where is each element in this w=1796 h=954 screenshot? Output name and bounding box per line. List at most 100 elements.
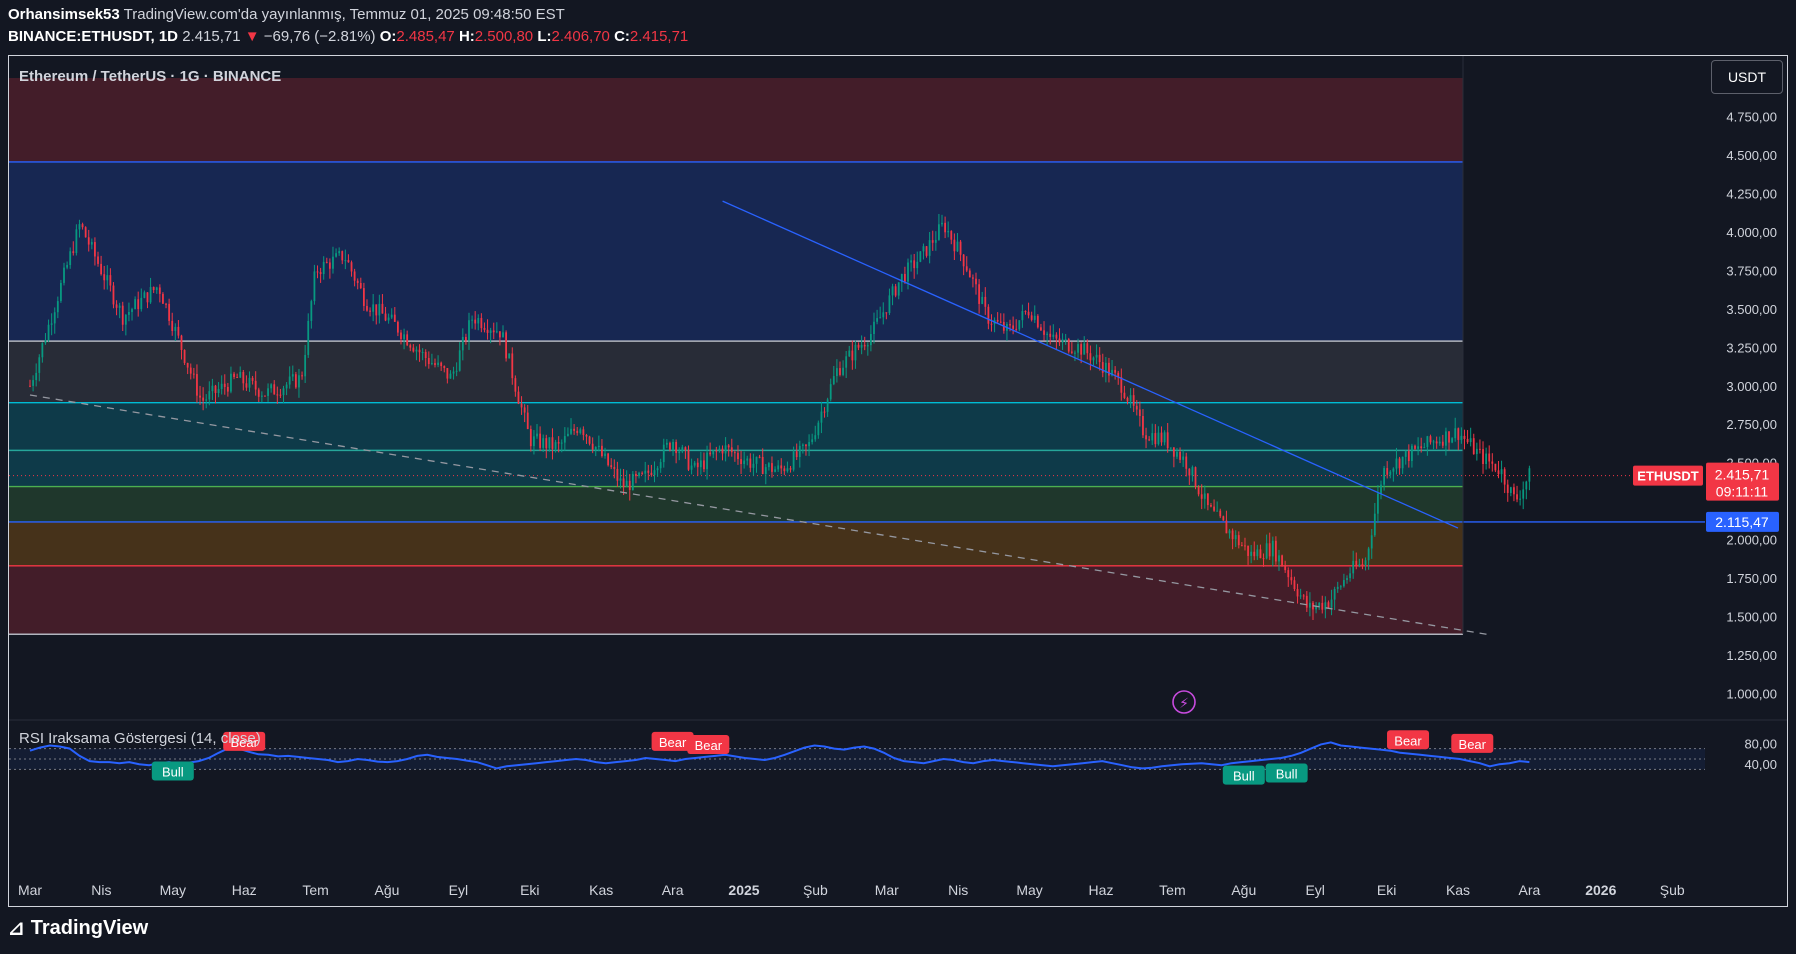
candle-body [1370,535,1373,549]
candle-body [230,373,232,392]
time-axis-label: Şub [803,882,828,898]
candle-body [913,260,916,269]
candle-body [260,395,263,397]
candle-body [152,287,155,291]
candle-body [115,304,118,308]
candle-body [1024,311,1027,313]
currency-button[interactable]: USDT [1711,60,1783,94]
candle-body [1302,595,1305,597]
candle-body [1191,467,1194,476]
candle-body [254,380,257,390]
candle-body [1135,405,1138,410]
candle-body [863,344,866,347]
candle-body [87,237,90,245]
lightning-glyph: ⚡ [1179,696,1189,712]
candle-body [1049,333,1052,337]
candle-body [437,362,439,365]
candle-body [730,447,733,453]
candle-body [155,287,158,291]
candle-body [1262,558,1265,560]
candle-body [1157,432,1160,445]
candle-body [1033,315,1036,320]
candle-body [1506,484,1509,493]
candle-body [934,239,937,243]
chart-canvas[interactable]: 4.750,00 4.500,00 4.250,00 4.000,00 3.750,00… [0,0,1796,954]
price-axis-label: 2.000,00 [1726,533,1777,548]
candle-body [1086,343,1089,354]
candle-body [1228,530,1231,534]
candle-body [304,354,307,377]
candle-body [947,231,950,233]
candle-body [1346,578,1348,581]
candle-body [239,371,242,378]
candle-body [97,256,99,264]
candle-body [1463,435,1466,439]
candle-body [1012,325,1015,329]
candle-body [1457,428,1460,440]
tradingview-logo[interactable]: ⊿ TradingView [8,916,148,941]
candle-body [90,242,93,245]
candle-body [375,304,378,316]
candle-body [1429,436,1432,443]
candle-body [168,303,171,321]
candle-body [1222,516,1225,521]
candle-body [526,412,529,430]
candle-body [56,301,59,313]
brand-name: TradingView [30,917,149,939]
candle-body [1330,599,1333,608]
candle-body [607,453,610,466]
candle-body [1055,334,1058,339]
candle-body [251,377,254,381]
candle-body [916,261,919,269]
candle-body [492,330,495,333]
candle-body [699,460,702,468]
candle-body [53,312,56,324]
candle-body [1268,543,1271,557]
candle-body [406,334,409,346]
candle-body [724,445,727,454]
candle-body [972,277,974,279]
candle-body [740,459,742,465]
candle-body [1299,595,1302,597]
candle-body [1426,436,1429,448]
candle-body [1293,580,1296,590]
candle-body [638,472,640,477]
candle-body [29,385,31,387]
candle-body [47,324,50,341]
candle-body [805,444,807,447]
candle-body [1336,586,1339,589]
candle-body [1451,438,1454,443]
candle-body [851,350,854,361]
candle-body [301,375,303,377]
candle-body [622,478,625,488]
candle-body [1030,315,1033,320]
candle-body [962,254,965,267]
candle-body [1043,330,1045,335]
candle-body [1432,441,1435,443]
candle-body [536,433,538,437]
candle-body [477,318,480,324]
candle-body [675,441,678,454]
candle-body [548,437,551,449]
candle-body [523,407,526,413]
candle-body [511,353,514,379]
candle-body [94,242,96,257]
candle-body [907,262,909,282]
candle-body [1389,471,1392,475]
candle-body [508,353,511,359]
candle-body [1488,453,1491,462]
candle-body [1435,441,1438,444]
candle-body [1225,520,1228,534]
candle-body [325,261,328,263]
candle-body [1284,566,1287,571]
candle-body [446,368,449,379]
candle-body [755,456,758,464]
candle-body [38,357,41,373]
candle-body [440,362,443,367]
candle-body [780,465,783,469]
candle-body [1253,551,1256,557]
candle-body [706,452,708,470]
time-axis-label: Tem [1159,882,1185,898]
candle-body [66,265,68,268]
candle-body [1305,595,1308,608]
